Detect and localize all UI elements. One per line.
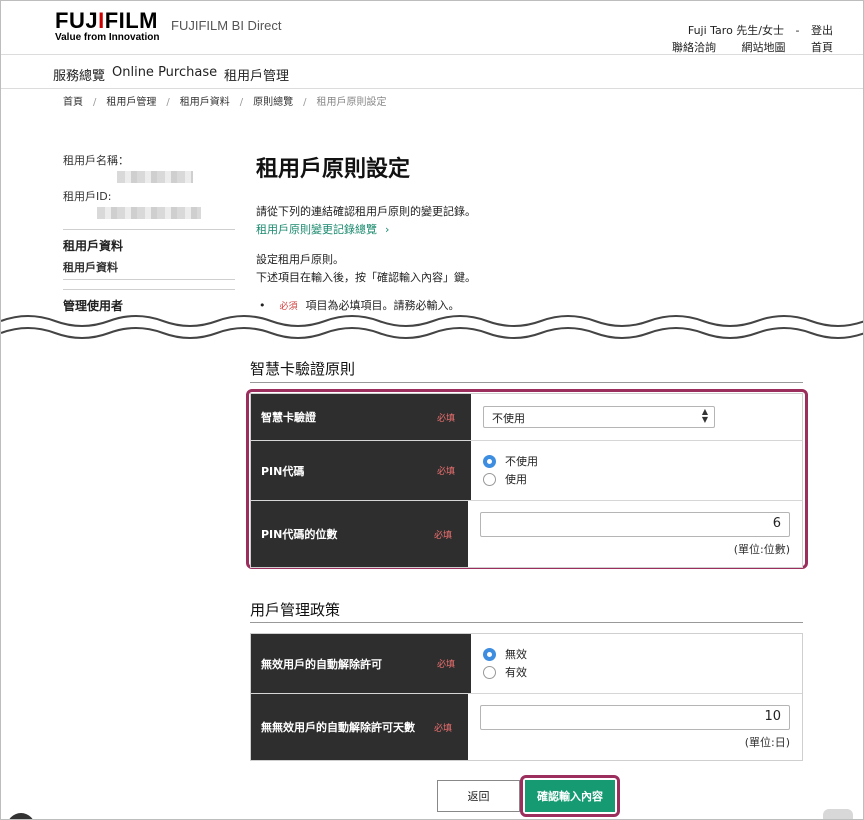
- sidebar-head-tenant-info[interactable]: 租用戶資料: [63, 237, 123, 254]
- sidebar-item-tenant-info[interactable]: 租用戶資料: [63, 259, 118, 275]
- sidebar-divider: [63, 279, 235, 280]
- radio-pin-not-use[interactable]: 不使用: [483, 452, 790, 470]
- form-row-smartcard-auth: 智慧卡驗證 必填 不使用 ▲ ▼: [251, 394, 802, 441]
- smartcard-form-table: 智慧卡驗證 必填 不使用 ▲ ▼ PIN代碼 必填 不使用 使用 PIN代碼的位數 必填 …: [250, 393, 803, 568]
- back-button[interactable]: 返回: [437, 780, 520, 812]
- radio-auto-unlock-disabled[interactable]: 無效: [483, 645, 790, 663]
- user-separator: -: [795, 24, 800, 37]
- breadcrumb-policy-overview[interactable]: 原則總覽: [253, 97, 293, 108]
- section-rule: [250, 382, 803, 383]
- form-row-auto-unlock-days: 無無效用戶的自動解除許可天數 必填 10 (單位:日): [251, 694, 802, 760]
- breadcrumb-tenant-info[interactable]: 租用戶資料: [180, 97, 230, 108]
- section-title-smartcard: 智慧卡驗證原則: [250, 360, 356, 378]
- breadcrumb-home[interactable]: 首頁: [63, 97, 83, 108]
- site-header: FUJIFILM Value from Innovation FUJIFILM …: [1, 1, 863, 55]
- tenant-name-value-masked: [117, 171, 193, 183]
- tenant-id-value-masked: [97, 207, 201, 219]
- radio-empty-icon: [483, 472, 496, 486]
- confirm-input-button[interactable]: 確認輸入內容: [525, 780, 615, 812]
- user-menu: Fuji Taro 先生/女士 - 登出: [680, 22, 833, 38]
- section-rule: [250, 622, 803, 623]
- tenant-name-label: 租用戶名稱：: [63, 154, 129, 167]
- floating-help-icon[interactable]: [7, 813, 35, 819]
- page-title: 租用戶原則設定: [256, 157, 411, 182]
- brand-name: FUJIFILM BI Direct: [171, 18, 282, 33]
- tenant-id-label: 租用戶ID:: [63, 190, 112, 203]
- intro-text: 請從下列的連結確認租用戶原則的變更記錄。: [256, 205, 476, 218]
- chevron-right-icon: ›: [385, 223, 390, 236]
- scroll-top-button[interactable]: [823, 809, 853, 819]
- breadcrumb-tenant-management[interactable]: 租用戶管理: [106, 97, 156, 108]
- radio-selected-icon: [483, 647, 496, 661]
- row-label: 無無效用戶的自動解除許可天數 必填: [251, 694, 468, 760]
- row-label: PIN代碼的位數 必填: [251, 501, 468, 567]
- radio-pin-use[interactable]: 使用: [483, 470, 790, 488]
- main-nav: 服務總覽 Online Purchase 租用戶管理: [1, 56, 863, 89]
- fujifilm-logo[interactable]: FUJIFILM Value from Innovation: [55, 8, 160, 44]
- sitemap-link[interactable]: 網站地圖: [742, 41, 786, 54]
- cut-wave-divider: [1, 315, 863, 347]
- required-badge: 必填: [436, 660, 455, 670]
- select-arrows-icon: ▲ ▼: [701, 407, 708, 424]
- pin-digits-input[interactable]: 6: [480, 512, 790, 537]
- nav-item-online-purchase[interactable]: Online Purchase: [112, 65, 217, 80]
- auto-unlock-days-input[interactable]: 10: [480, 705, 790, 730]
- nav-item-tenant-management[interactable]: 租用戶管理: [224, 65, 289, 84]
- required-badge: 必填: [436, 467, 455, 477]
- history-link[interactable]: 租用戶原則變更記錄總覽 ›: [256, 221, 389, 237]
- breadcrumb-current: 租用戶原則設定: [316, 97, 387, 108]
- required-badge: 必填: [433, 530, 452, 541]
- user-name: Fuji Taro 先生/女士: [687, 24, 785, 37]
- home-link[interactable]: 首頁: [811, 41, 833, 54]
- desc-text-2: 下述項目在輸入後，按「確認輸入內容」鍵。: [256, 271, 476, 284]
- required-badge: 必填: [436, 413, 455, 424]
- unit-label: (單位:位數): [733, 543, 790, 556]
- sidebar-divider: [63, 229, 235, 230]
- utility-links: 聯絡洽詢 網站地圖 首頁: [650, 39, 833, 55]
- row-label: PIN代碼 必填: [251, 441, 471, 500]
- browser-frame: FUJIFILM Value from Innovation FUJIFILM …: [0, 0, 864, 820]
- radio-empty-icon: [483, 665, 496, 679]
- row-label: 無效用戶的自動解除許可 必填: [251, 634, 471, 693]
- unit-label: (單位:日): [744, 736, 790, 749]
- form-row-pin-code: PIN代碼 必填 不使用 使用: [251, 441, 802, 501]
- smartcard-auth-select[interactable]: 不使用 ▲ ▼: [483, 406, 715, 428]
- radio-selected-icon: [483, 454, 496, 468]
- desc-text-1: 設定租用戶原則。: [256, 253, 344, 266]
- logo-tagline: Value from Innovation: [55, 32, 160, 43]
- sidebar-divider: [63, 289, 235, 290]
- form-row-auto-unlock: 無效用戶的自動解除許可 必填 無效 有效: [251, 634, 802, 694]
- logout-link[interactable]: 登出: [811, 24, 833, 37]
- section-title-user-policy: 用戶管理政策: [250, 601, 341, 619]
- logo-wordmark: FUJIFILM: [55, 8, 159, 33]
- user-policy-form-table: 無效用戶的自動解除許可 必填 無效 有效 無無效用戶的自動解除許可天數 必填 10 …: [250, 633, 803, 761]
- radio-auto-unlock-enabled[interactable]: 有效: [483, 663, 790, 681]
- nav-item-services[interactable]: 服務總覽: [53, 65, 105, 84]
- row-label: 智慧卡驗證 必填: [251, 394, 471, 440]
- breadcrumb: 首頁 / 租用戶管理 / 租用戶資料 / 原則總覽 / 租用戶原則設定: [63, 97, 387, 108]
- required-badge: 必填: [433, 723, 452, 734]
- contact-link[interactable]: 聯絡洽詢: [672, 41, 716, 54]
- form-row-pin-digits: PIN代碼的位數 必填 6 (單位:位數): [251, 501, 802, 567]
